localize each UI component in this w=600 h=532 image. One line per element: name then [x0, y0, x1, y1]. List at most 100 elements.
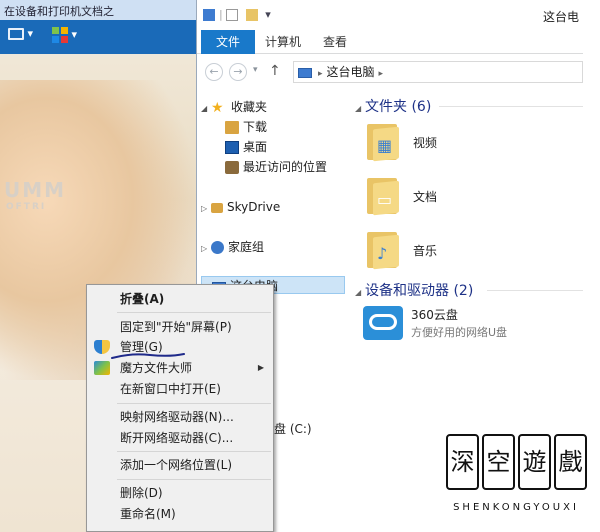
drive-c-label[interactable]: 盘 (C:)	[274, 420, 312, 437]
windows-grid-icon	[52, 27, 68, 43]
watermark-char: 遊	[518, 434, 551, 490]
menu-item-collapse[interactable]: 折叠(A)	[88, 289, 272, 309]
drive-360-cloud[interactable]: 360云盘 方便好用的网络U盘	[363, 304, 583, 348]
menu-item-mofang-file-master[interactable]: 魔方文件大师 ▶	[88, 358, 272, 378]
expand-arrow-icon[interactable]: ◢	[201, 100, 211, 118]
back-button[interactable]: ←	[205, 63, 223, 81]
nav-desktop-label: 桌面	[243, 140, 268, 154]
navigation-bar: ← → ▾ ↑ ▸ 这台电脑 ▸	[197, 56, 583, 88]
arrow-left-icon: ←	[209, 65, 219, 78]
window-title: 这台电	[542, 10, 579, 24]
ribbon-tabs: 文件 计算机 查看	[197, 30, 583, 54]
folder-videos-label: 视频	[413, 136, 438, 150]
breadcrumb-this-pc[interactable]: 这台电脑	[327, 65, 375, 79]
mofang-app-icon	[94, 361, 110, 375]
group-header-folders-label: 文件夹 (6)	[365, 99, 432, 115]
group-header-devices-label: 设备和驱动器 (2)	[365, 283, 474, 299]
folder-music[interactable]: ♪ 音乐	[365, 230, 565, 276]
submenu-arrow-icon: ▶	[257, 363, 264, 372]
background-window-title: 在设备和打印机文档之	[0, 0, 196, 20]
group-header-folders[interactable]: ◢ 文件夹 (6)	[355, 96, 431, 116]
collapse-arrow-icon[interactable]: ◢	[355, 288, 365, 297]
folder-documents-label: 文档	[413, 190, 438, 204]
customize-toolbar-icon[interactable]: ▾	[265, 8, 271, 21]
music-note-icon: ♪	[377, 244, 388, 263]
folder-music-label: 音乐	[413, 244, 438, 258]
recent-places-icon	[225, 161, 239, 174]
watermark-char: 深	[446, 434, 479, 490]
background-toolbar: ▾ ▾	[0, 20, 196, 54]
chevron-down-icon: ▾	[253, 65, 258, 75]
menu-item-rename[interactable]: 重命名(M)	[88, 504, 272, 524]
menu-separator	[117, 479, 271, 480]
film-icon: ▦	[377, 136, 393, 155]
tab-view[interactable]: 查看	[315, 30, 355, 54]
nav-downloads[interactable]: 下载	[225, 118, 267, 136]
menu-item-manage-label: 管理(G)	[120, 340, 163, 354]
breadcrumb-chevron-icon[interactable]: ▸	[379, 69, 384, 79]
drive-360-cloud-name: 360云盘	[411, 308, 458, 322]
nav-favorites-label: 收藏夹	[231, 100, 268, 114]
toolbar-divider: |	[219, 8, 223, 21]
star-icon: ★	[211, 100, 224, 116]
tab-computer[interactable]: 计算机	[257, 30, 309, 54]
menu-item-mofang-label: 魔方文件大师	[120, 361, 193, 375]
folder-videos[interactable]: ▦ 视频	[365, 122, 565, 168]
nav-homegroup[interactable]: ▷ 家庭组	[201, 238, 264, 256]
folder-documents[interactable]: ▭ 文档	[365, 176, 565, 222]
up-button[interactable]: ↑	[269, 63, 281, 79]
quick-access-toolbar: | ▾	[203, 8, 271, 21]
folder-icon: ♪	[365, 230, 401, 270]
folder-icon: ▦	[365, 122, 401, 162]
cloud-drive-icon	[363, 306, 403, 340]
menu-item-pin-to-start[interactable]: 固定到"开始"屏幕(P)	[88, 317, 272, 337]
content-pane: ◢ 文件夹 (6) ▦ 视频 ▭ 文档 ♪ 音乐 ◢ 设备和驱动器 (2) 36…	[351, 92, 583, 420]
group-divider	[487, 290, 583, 291]
background-brand-text: UMM	[4, 178, 67, 202]
skydrive-icon	[211, 202, 223, 213]
nav-downloads-label: 下载	[243, 120, 268, 134]
computer-icon	[298, 67, 312, 78]
monitor-menu-button[interactable]: ▾	[8, 27, 38, 47]
nav-skydrive-label: SkyDrive	[227, 200, 281, 214]
menu-item-manage[interactable]: 管理(G)	[88, 337, 272, 357]
watermark-char: 空	[482, 434, 515, 490]
nav-recent-places[interactable]: 最近访问的位置	[225, 158, 327, 176]
group-header-devices[interactable]: ◢ 设备和驱动器 (2)	[355, 280, 473, 300]
expand-arrow-icon[interactable]: ▷	[201, 200, 211, 218]
chevron-down-icon: ▾	[24, 27, 34, 40]
menu-item-delete[interactable]: 删除(D)	[88, 483, 272, 503]
expand-arrow-icon[interactable]: ▷	[201, 240, 211, 258]
arrow-up-icon: ↑	[269, 63, 281, 79]
nav-favorites[interactable]: ◢ ★ 收藏夹	[201, 98, 267, 116]
breadcrumb-chevron-icon[interactable]: ▸	[318, 69, 323, 79]
menu-item-disconnect-network-drive[interactable]: 断开网络驱动器(C)...	[88, 428, 272, 448]
properties-icon[interactable]	[226, 9, 239, 21]
watermark-logo: 深 空 遊 戲 SHENKONGYOUXI	[444, 432, 588, 528]
menu-separator	[117, 403, 271, 404]
menu-separator	[117, 312, 271, 313]
nav-desktop[interactable]: 桌面	[225, 138, 267, 156]
start-grid-button[interactable]: ▾	[52, 27, 82, 47]
menu-item-add-network-location[interactable]: 添加一个网络位置(L)	[88, 455, 272, 475]
arrow-right-icon: →	[233, 65, 243, 78]
homegroup-icon	[211, 241, 224, 254]
collapse-arrow-icon[interactable]: ◢	[355, 104, 365, 113]
folder-icon: ▭	[365, 176, 401, 216]
menu-item-open-new-window[interactable]: 在新窗口中打开(E)	[88, 379, 272, 399]
forward-button[interactable]: →	[229, 63, 247, 81]
recent-locations-button[interactable]: ▾	[253, 65, 258, 75]
menu-item-map-network-drive[interactable]: 映射网络驱动器(N)...	[88, 407, 272, 427]
computer-icon[interactable]	[203, 9, 215, 21]
menu-separator	[117, 451, 271, 452]
watermark-latin-text: SHENKONGYOUXI	[453, 502, 579, 513]
drive-360-cloud-description: 方便好用的网络U盘	[411, 326, 508, 339]
uac-shield-icon	[94, 340, 110, 354]
nav-skydrive[interactable]: ▷ SkyDrive	[201, 198, 280, 216]
tab-file[interactable]: 文件	[201, 30, 255, 54]
address-bar[interactable]: ▸ 这台电脑 ▸	[293, 61, 583, 83]
group-divider	[439, 106, 583, 107]
new-folder-icon[interactable]	[245, 9, 258, 21]
monitor-icon	[8, 28, 24, 40]
chevron-down-icon: ▾	[68, 28, 78, 41]
